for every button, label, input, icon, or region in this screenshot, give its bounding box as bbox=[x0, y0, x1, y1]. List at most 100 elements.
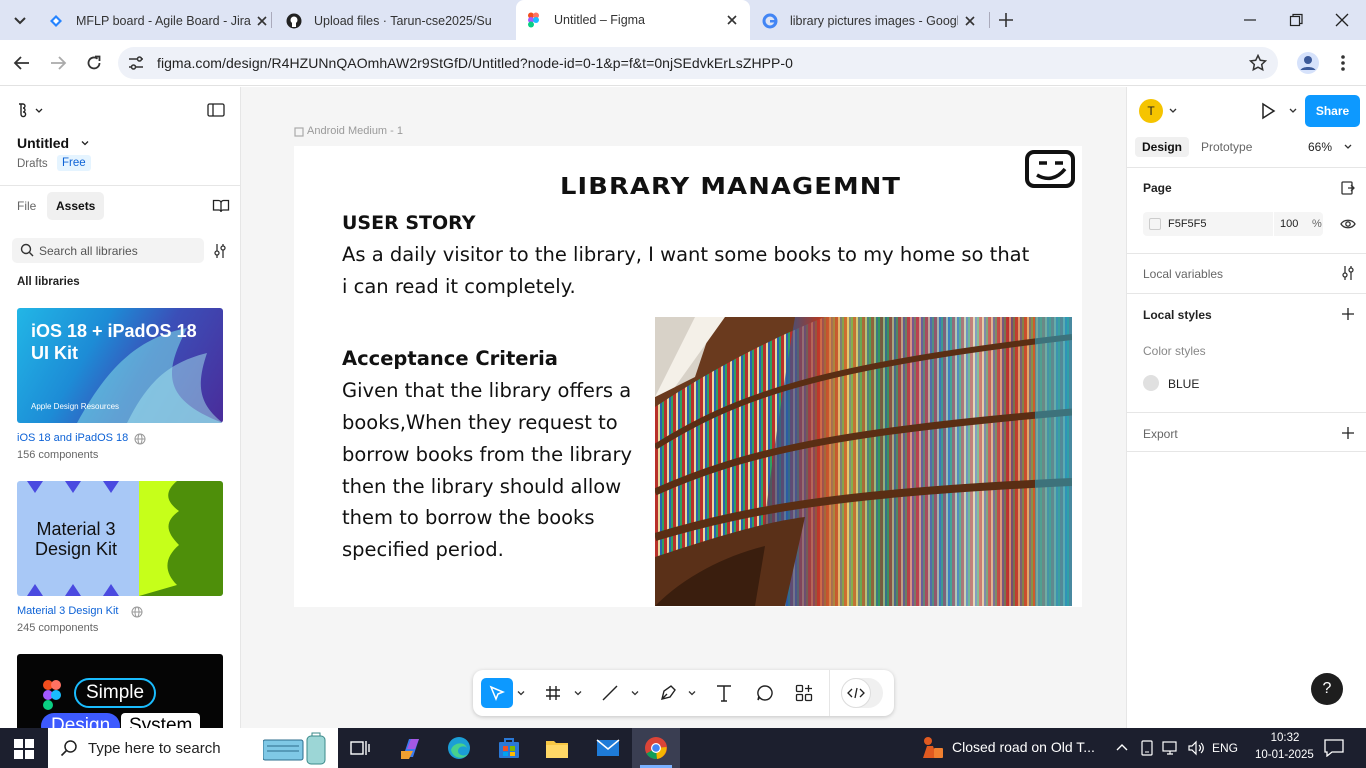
bookmark-star-icon[interactable] bbox=[1249, 54, 1267, 72]
local-variables-label[interactable]: Local variables bbox=[1143, 267, 1223, 281]
design-canvas[interactable]: Android Medium - 1 LIBRARY MANAGEMNT USE… bbox=[241, 87, 1126, 728]
figma-menu-icon[interactable] bbox=[17, 102, 45, 118]
page-color-swatch[interactable] bbox=[1149, 218, 1161, 230]
chevron-down-icon[interactable] bbox=[1343, 143, 1353, 151]
plan-badge[interactable]: Free bbox=[57, 155, 91, 171]
chevron-up-icon[interactable] bbox=[1115, 741, 1129, 753]
close-icon[interactable] bbox=[254, 13, 270, 29]
page-color-hex[interactable]: F5F5F5 bbox=[1168, 218, 1207, 230]
library-search-field[interactable]: Search all libraries bbox=[12, 238, 204, 263]
globe-icon bbox=[131, 606, 143, 618]
back-icon[interactable] bbox=[12, 53, 32, 73]
news-ticker[interactable]: Closed road on Old T... bbox=[952, 739, 1095, 755]
clock-date[interactable]: 10-01-2025 bbox=[1255, 749, 1314, 761]
browser-menu-icon[interactable] bbox=[1335, 53, 1351, 73]
taskbar-chrome-active[interactable] bbox=[632, 728, 680, 768]
file-name[interactable]: Untitled bbox=[17, 135, 69, 151]
chevron-down-icon[interactable] bbox=[1168, 107, 1178, 115]
ios-kit-thumbnail[interactable]: iOS 18 + iPadOS 18 UI Kit Apple Design R… bbox=[17, 308, 223, 423]
url-text: figma.com/design/R4HZUNnQAOmhAW2r9StGfD/… bbox=[157, 55, 793, 71]
device-icon[interactable] bbox=[1139, 740, 1155, 756]
clock-time[interactable]: 10:32 bbox=[1265, 732, 1305, 744]
network-icon[interactable] bbox=[1162, 740, 1180, 756]
mail-icon[interactable] bbox=[596, 738, 620, 758]
add-export-icon[interactable] bbox=[1340, 425, 1356, 441]
page-swap-icon[interactable] bbox=[1340, 180, 1356, 196]
tab-design[interactable]: Design bbox=[1135, 137, 1190, 157]
figma-icon bbox=[526, 12, 542, 28]
tab-assets[interactable]: Assets bbox=[47, 192, 105, 220]
file-explorer-icon[interactable] bbox=[545, 737, 569, 759]
search-icon bbox=[20, 243, 34, 257]
move-tool-button[interactable] bbox=[481, 678, 513, 708]
library-bookshelf-image[interactable] bbox=[655, 317, 1072, 606]
style-name[interactable]: BLUE bbox=[1168, 377, 1199, 391]
forward-icon[interactable] bbox=[48, 53, 68, 73]
chevron-down-icon[interactable] bbox=[79, 137, 91, 149]
zoom-level[interactable]: 66% bbox=[1308, 140, 1332, 154]
chevron-down-icon[interactable] bbox=[631, 689, 639, 697]
simple-design-system-thumbnail[interactable]: Simple Design System bbox=[17, 654, 223, 728]
volume-icon[interactable] bbox=[1187, 740, 1205, 756]
page-color-field[interactable]: F5F5F5 100 % bbox=[1143, 212, 1323, 236]
share-button[interactable]: Share bbox=[1305, 95, 1360, 127]
frame-tool-icon[interactable] bbox=[545, 685, 561, 701]
sidebar-toggle-icon[interactable] bbox=[207, 103, 225, 117]
copilot-icon[interactable] bbox=[399, 737, 423, 759]
style-color-swatch[interactable] bbox=[1143, 375, 1159, 391]
chevron-down-icon[interactable] bbox=[574, 689, 582, 697]
tab-title: library pictures images - Googl bbox=[790, 14, 958, 28]
file-location[interactable]: Drafts bbox=[17, 158, 48, 170]
tab-title: Upload files · Tarun-cse2025/Su bbox=[314, 14, 492, 28]
close-window-icon[interactable] bbox=[1334, 12, 1350, 28]
material-kit-thumbnail[interactable]: Material 3 Design Kit bbox=[17, 481, 223, 596]
notification-icon[interactable] bbox=[1324, 739, 1344, 757]
tab-google[interactable]: library pictures images - Googl bbox=[762, 7, 978, 35]
library-book-icon[interactable] bbox=[212, 198, 230, 214]
new-tab-icon[interactable] bbox=[997, 11, 1015, 29]
windows-taskbar: Type here to search Closed road on Old T… bbox=[0, 728, 1366, 768]
chevron-down-icon[interactable] bbox=[517, 689, 525, 697]
android-frame[interactable]: LIBRARY MANAGEMNT USER STORY As a daily … bbox=[294, 146, 1082, 607]
user-avatar[interactable]: T bbox=[1139, 99, 1163, 123]
windows-start-icon[interactable] bbox=[14, 739, 34, 759]
edge-icon[interactable] bbox=[447, 736, 471, 760]
language-indicator[interactable]: ENG bbox=[1212, 741, 1238, 755]
present-play-icon[interactable] bbox=[1260, 102, 1276, 120]
export-label[interactable]: Export bbox=[1143, 427, 1178, 441]
tab-prototype[interactable]: Prototype bbox=[1201, 140, 1252, 154]
profile-avatar-icon[interactable] bbox=[1296, 51, 1320, 75]
tab-figma[interactable]: Untitled – Figma bbox=[516, 0, 750, 40]
tab-jira[interactable]: MFLP board - Agile Board - Jira bbox=[48, 7, 270, 35]
tab-file[interactable]: File bbox=[17, 199, 36, 213]
tab-search-icon[interactable] bbox=[10, 11, 30, 29]
minimize-icon[interactable] bbox=[1242, 12, 1258, 28]
frame-label[interactable]: Android Medium - 1 bbox=[307, 125, 403, 137]
tab-github[interactable]: Upload files · Tarun-cse2025/Su bbox=[286, 7, 508, 35]
dev-mode-toggle[interactable] bbox=[841, 678, 883, 708]
close-icon[interactable] bbox=[724, 12, 740, 28]
pen-tool-icon[interactable] bbox=[659, 684, 677, 702]
chevron-down-icon[interactable] bbox=[688, 689, 696, 697]
tab-title: Untitled – Figma bbox=[554, 13, 646, 27]
help-button[interactable]: ? bbox=[1311, 673, 1343, 705]
comment-tool-icon[interactable] bbox=[756, 684, 774, 702]
add-style-icon[interactable] bbox=[1340, 306, 1356, 322]
filter-adjust-icon[interactable] bbox=[212, 243, 228, 259]
taskbar-search-box[interactable]: Type here to search bbox=[48, 728, 338, 768]
actions-tool-icon[interactable] bbox=[795, 684, 813, 702]
variables-adjust-icon[interactable] bbox=[1340, 265, 1356, 281]
store-icon[interactable] bbox=[497, 736, 521, 760]
restore-icon[interactable] bbox=[1288, 12, 1304, 28]
close-icon[interactable] bbox=[962, 13, 978, 29]
eye-icon[interactable] bbox=[1340, 217, 1356, 231]
reload-icon[interactable] bbox=[84, 53, 104, 73]
text-tool-icon[interactable] bbox=[716, 684, 732, 702]
page-opacity[interactable]: 100 bbox=[1280, 218, 1298, 230]
chevron-down-icon[interactable] bbox=[1288, 107, 1298, 115]
site-settings-icon[interactable] bbox=[127, 55, 145, 71]
task-view-icon[interactable] bbox=[350, 739, 370, 757]
line-tool-icon[interactable] bbox=[602, 685, 618, 701]
library-name[interactable]: iOS 18 and iPadOS 18 bbox=[17, 432, 128, 444]
library-name[interactable]: Material 3 Design Kit bbox=[17, 605, 119, 617]
